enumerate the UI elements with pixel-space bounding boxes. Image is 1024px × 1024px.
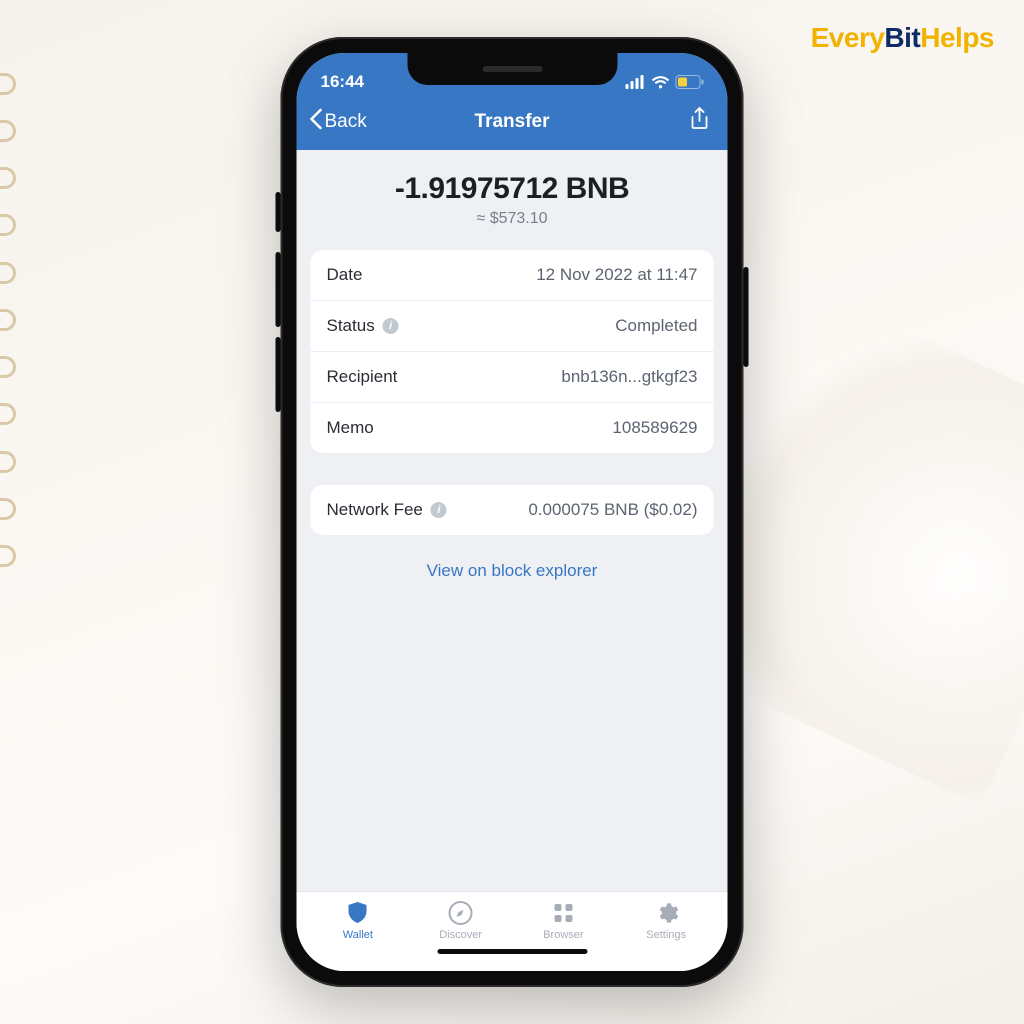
gear-icon [653, 900, 679, 926]
tab-bar: Wallet Discover Browser Settings [297, 891, 728, 943]
back-label: Back [325, 111, 367, 133]
info-icon[interactable]: i [383, 318, 399, 334]
fee-value: 0.000075 BNB ($0.02) [528, 500, 697, 520]
memo-label: Memo [327, 418, 374, 438]
tab-label: Browser [543, 929, 583, 941]
tab-label: Wallet [343, 929, 373, 941]
chevron-left-icon [309, 108, 323, 136]
watermark-brand: EveryBitHelps [811, 22, 994, 54]
shield-icon [345, 900, 371, 926]
signal-icon [626, 75, 646, 89]
compass-icon [448, 900, 474, 926]
back-button[interactable]: Back [309, 108, 367, 136]
tab-settings[interactable]: Settings [615, 900, 718, 941]
date-value: 12 Nov 2022 at 11:47 [536, 265, 697, 285]
fee-card: Network Fee i 0.000075 BNB ($0.02) [311, 485, 714, 535]
status-value: Completed [615, 316, 697, 336]
status-time: 16:44 [321, 72, 364, 92]
detail-row-fee: Network Fee i 0.000075 BNB ($0.02) [311, 485, 714, 535]
home-indicator[interactable] [297, 943, 728, 971]
background-spiral [0, 60, 36, 580]
battery-icon [676, 75, 704, 89]
amount-crypto: -1.91975712 BNB [311, 172, 714, 206]
details-card: Date 12 Nov 2022 at 11:47 Status i Compl… [311, 250, 714, 453]
share-button[interactable] [690, 107, 710, 136]
page-title: Transfer [475, 111, 550, 133]
fee-label: Network Fee [327, 500, 423, 520]
tab-label: Discover [439, 929, 482, 941]
tab-discover[interactable]: Discover [409, 900, 512, 941]
recipient-label: Recipient [327, 367, 398, 387]
tab-label: Settings [646, 929, 686, 941]
share-icon [690, 118, 710, 135]
detail-row-memo: Memo 108589629 [311, 402, 714, 453]
tab-browser[interactable]: Browser [512, 900, 615, 941]
grid-icon [550, 900, 576, 926]
transfer-amount: -1.91975712 BNB ≈ $573.10 [311, 172, 714, 228]
block-explorer-link[interactable]: View on block explorer [427, 561, 598, 580]
status-label: Status [327, 316, 375, 336]
phone-screen: 16:44 Bac [297, 53, 728, 971]
detail-row-date: Date 12 Nov 2022 at 11:47 [311, 250, 714, 300]
info-icon[interactable]: i [431, 502, 447, 518]
wifi-icon [652, 75, 670, 89]
amount-fiat: ≈ $573.10 [311, 210, 714, 228]
phone-frame: 16:44 Bac [281, 37, 744, 987]
memo-value: 108589629 [612, 418, 697, 438]
content-area: -1.91975712 BNB ≈ $573.10 Date 12 Nov 20… [297, 150, 728, 891]
detail-row-recipient: Recipient bnb136n...gtkgf23 [311, 351, 714, 402]
phone-notch [407, 53, 617, 85]
tab-wallet[interactable]: Wallet [307, 900, 410, 941]
date-label: Date [327, 265, 363, 285]
detail-row-status: Status i Completed [311, 300, 714, 351]
recipient-value: bnb136n...gtkgf23 [561, 367, 697, 387]
